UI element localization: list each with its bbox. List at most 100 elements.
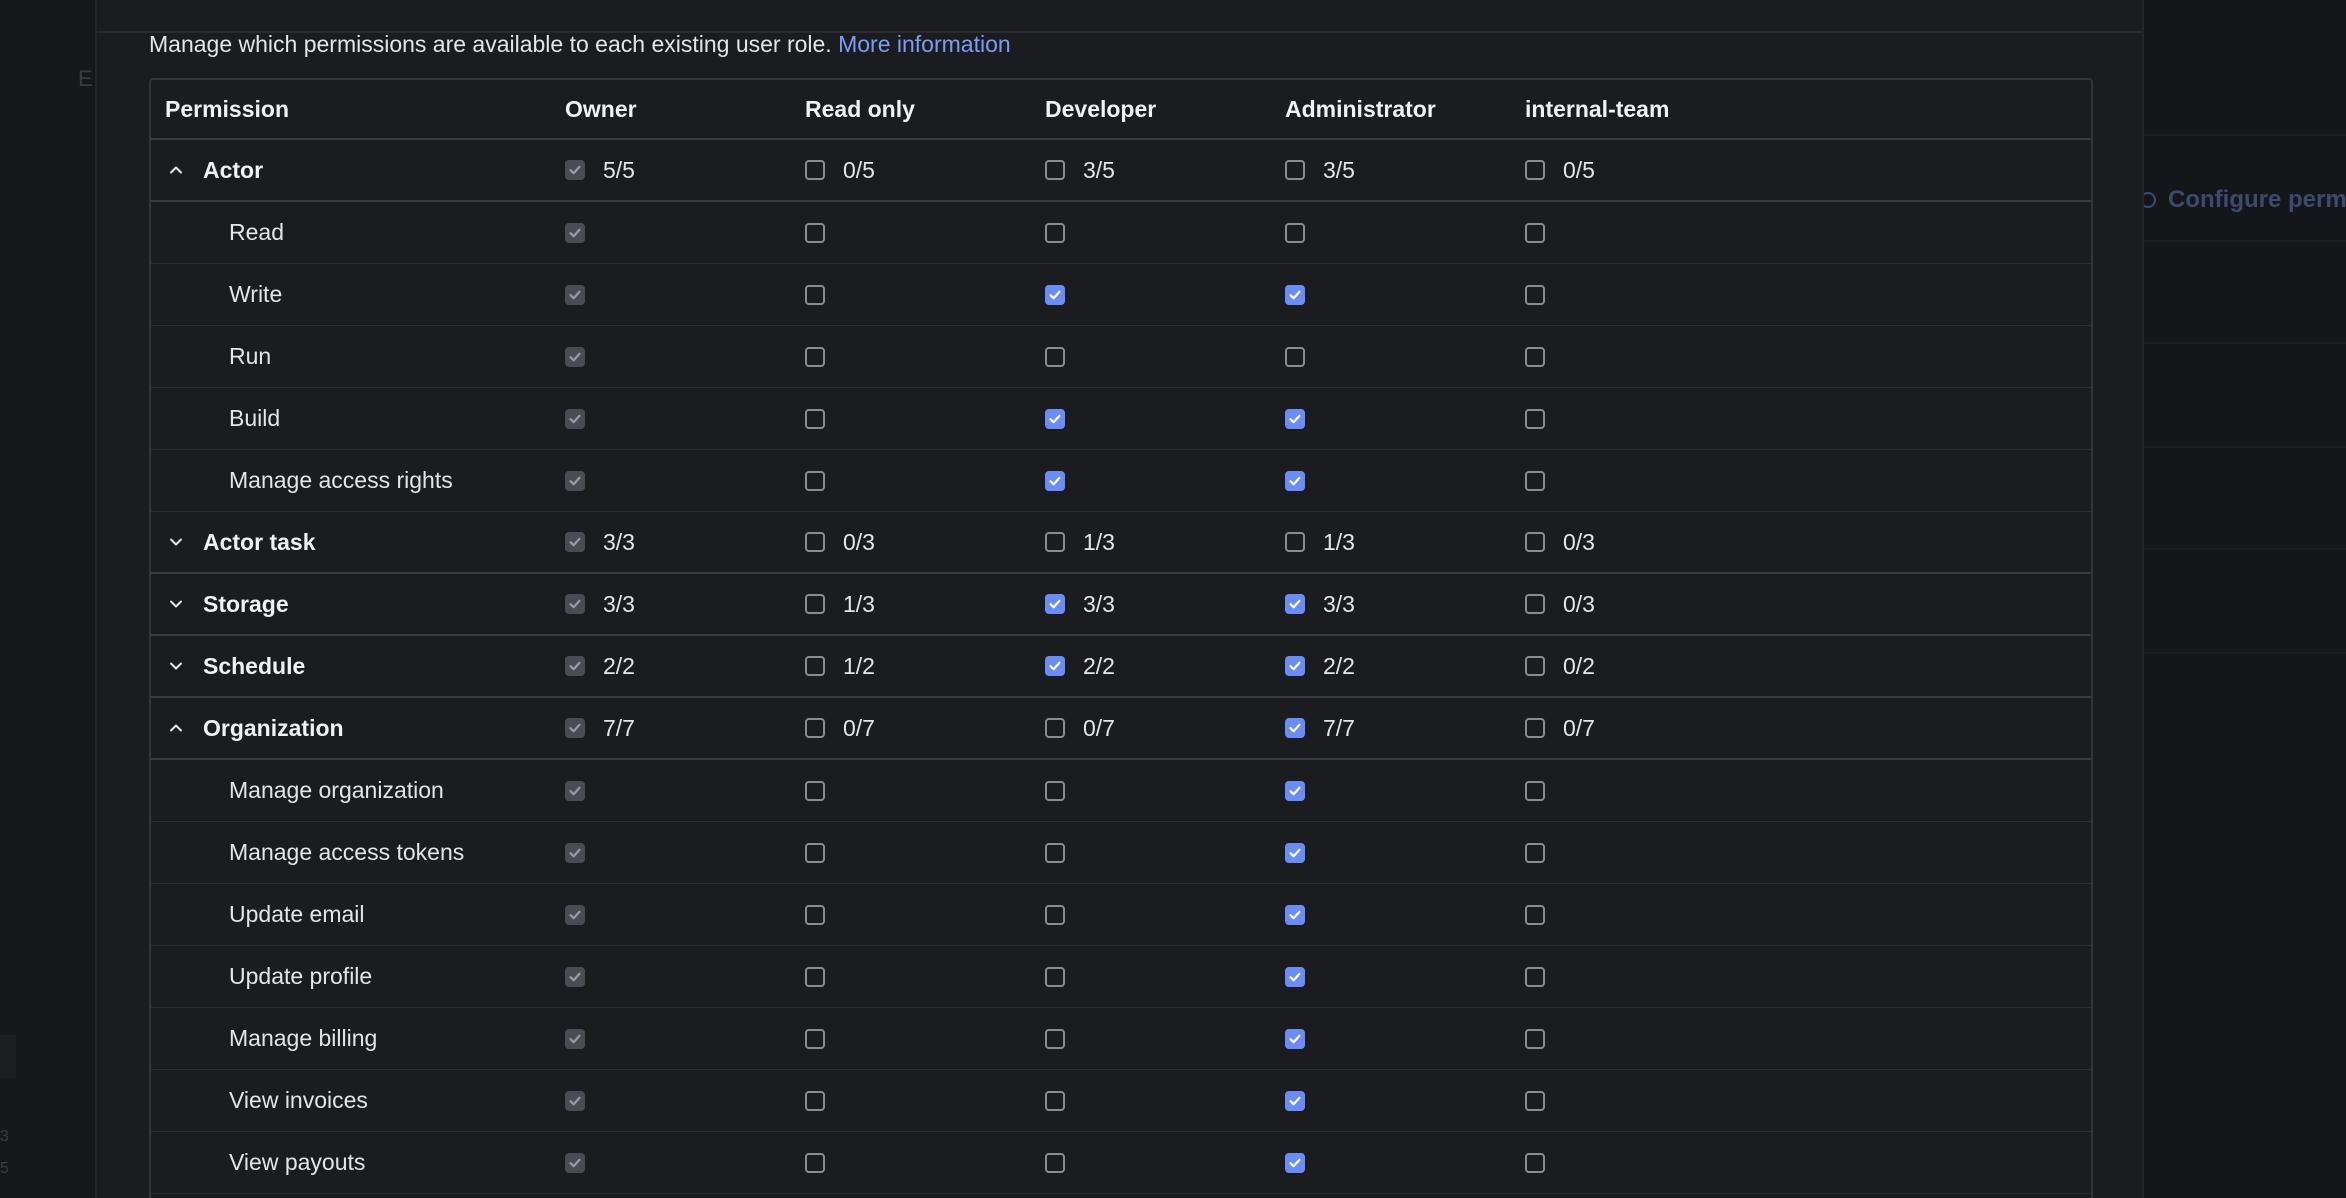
permission-checkbox[interactable] (805, 222, 825, 243)
permission-label: Schedule (203, 652, 306, 679)
role-cell-administrator (1285, 388, 1323, 449)
chevron-down-icon[interactable] (165, 655, 187, 677)
chevron-up-icon[interactable] (165, 159, 187, 181)
permission-checkbox[interactable] (805, 966, 825, 987)
permission-checkbox[interactable] (1285, 656, 1305, 676)
permission-checkbox[interactable] (1045, 594, 1065, 614)
permission-checkbox[interactable] (805, 284, 825, 305)
permission-checkbox[interactable] (1285, 718, 1305, 738)
permission-checkbox[interactable] (1045, 718, 1065, 738)
permission-name-cell[interactable]: Actor (165, 140, 263, 200)
permission-checkbox[interactable] (1045, 346, 1065, 367)
permission-checkbox[interactable] (1525, 470, 1545, 491)
permission-row-view-invoices: View invoices (151, 1070, 2091, 1132)
permission-checkbox[interactable] (1525, 222, 1545, 243)
permission-checkbox[interactable] (1525, 1152, 1545, 1173)
permission-checkbox[interactable] (1525, 408, 1545, 429)
permission-checkbox[interactable] (1525, 532, 1545, 552)
permission-checkbox[interactable] (1045, 1152, 1065, 1173)
permission-checkbox[interactable] (1525, 718, 1545, 738)
permission-name-cell[interactable]: Organization (165, 698, 344, 758)
role-cell-administrator (1285, 760, 1323, 821)
permission-row-view-payouts: View payouts (151, 1132, 2091, 1194)
permission-checkbox[interactable] (1045, 222, 1065, 243)
permission-checkbox[interactable] (1285, 532, 1305, 552)
permission-checkbox[interactable] (1045, 842, 1065, 863)
permission-name-cell: View payouts (229, 1132, 365, 1193)
permission-checkbox[interactable] (1045, 966, 1065, 987)
permission-checkbox[interactable] (1045, 780, 1065, 801)
permission-checkbox[interactable] (1525, 346, 1545, 367)
permission-checkbox[interactable] (805, 1090, 825, 1111)
permission-checkbox[interactable] (1045, 408, 1065, 429)
permission-checkbox[interactable] (1285, 470, 1305, 491)
permission-row-manage-billing: Manage billing (151, 1008, 2091, 1070)
more-information-link[interactable]: More information (838, 31, 1011, 57)
permission-name-cell[interactable]: Schedule (165, 636, 305, 696)
permission-name-cell: Manage organization (229, 760, 444, 821)
permission-checkbox[interactable] (1285, 1152, 1305, 1173)
permission-checkbox[interactable] (1045, 1028, 1065, 1049)
permission-checkbox[interactable] (1525, 966, 1545, 987)
permission-checkbox (565, 966, 585, 987)
permission-checkbox[interactable] (805, 408, 825, 429)
chevron-down-icon[interactable] (165, 531, 187, 553)
permission-name-cell[interactable]: Actor task (165, 512, 315, 572)
permission-checkbox[interactable] (1045, 1090, 1065, 1111)
permission-checkbox[interactable] (805, 532, 825, 552)
permission-checkbox[interactable] (1525, 284, 1545, 305)
permission-checkbox[interactable] (1285, 346, 1305, 367)
permission-name-cell: Manage access tokens (229, 822, 464, 883)
permission-name-cell[interactable]: Storage (165, 574, 289, 634)
permission-checkbox[interactable] (805, 842, 825, 863)
permission-checkbox[interactable] (1525, 842, 1545, 863)
permission-checkbox[interactable] (1285, 904, 1305, 925)
permission-checkbox[interactable] (805, 470, 825, 491)
chevron-down-icon[interactable] (165, 593, 187, 615)
permission-checkbox (565, 718, 585, 738)
permission-checkbox[interactable] (1285, 160, 1305, 180)
permission-checkbox[interactable] (1285, 222, 1305, 243)
permission-checkbox[interactable] (1285, 780, 1305, 801)
permission-checkbox[interactable] (1285, 1028, 1305, 1049)
permission-checkbox[interactable] (805, 656, 825, 676)
permission-checkbox[interactable] (1045, 532, 1065, 552)
permission-checkbox[interactable] (1045, 470, 1065, 491)
permission-checkbox[interactable] (1525, 160, 1545, 180)
role-cell-administrator: 2/2 (1285, 636, 1355, 696)
permission-checkbox[interactable] (1285, 966, 1305, 987)
permission-checkbox[interactable] (805, 904, 825, 925)
permission-checkbox[interactable] (805, 346, 825, 367)
column-header-internal-team: internal-team (1525, 95, 1670, 122)
permission-checkbox[interactable] (1525, 594, 1545, 614)
permission-checkbox[interactable] (1285, 408, 1305, 429)
permission-checkbox[interactable] (1045, 656, 1065, 676)
role-cell-internal-team (1525, 264, 1563, 325)
permission-checkbox[interactable] (1525, 656, 1545, 676)
permission-checkbox[interactable] (805, 718, 825, 738)
permission-checkbox[interactable] (805, 1028, 825, 1049)
permission-checkbox[interactable] (1045, 904, 1065, 925)
permission-checkbox[interactable] (1285, 284, 1305, 305)
chevron-up-icon[interactable] (165, 717, 187, 739)
permission-checkbox[interactable] (1525, 1028, 1545, 1049)
permission-checkbox[interactable] (1525, 904, 1545, 925)
permission-checkbox[interactable] (805, 780, 825, 801)
permission-checkbox[interactable] (805, 160, 825, 180)
role-cell-internal-team (1525, 760, 1563, 821)
permission-checkbox[interactable] (1285, 1090, 1305, 1111)
permission-checkbox[interactable] (805, 594, 825, 614)
permission-checkbox[interactable] (1045, 160, 1065, 180)
role-cell-internal-team: 0/3 (1525, 574, 1595, 634)
permission-checkbox[interactable] (1045, 284, 1065, 305)
permission-checkbox[interactable] (805, 1152, 825, 1173)
permission-checkbox[interactable] (1525, 1090, 1545, 1111)
permission-checkbox[interactable] (1285, 842, 1305, 863)
role-cell-read-only (805, 202, 843, 263)
permission-checkbox[interactable] (1285, 594, 1305, 614)
role-cell-internal-team: 0/2 (1525, 636, 1595, 696)
permission-checkbox (565, 470, 585, 491)
divider (2144, 652, 2346, 654)
role-cell-developer (1045, 326, 1083, 387)
permission-checkbox[interactable] (1525, 780, 1545, 801)
